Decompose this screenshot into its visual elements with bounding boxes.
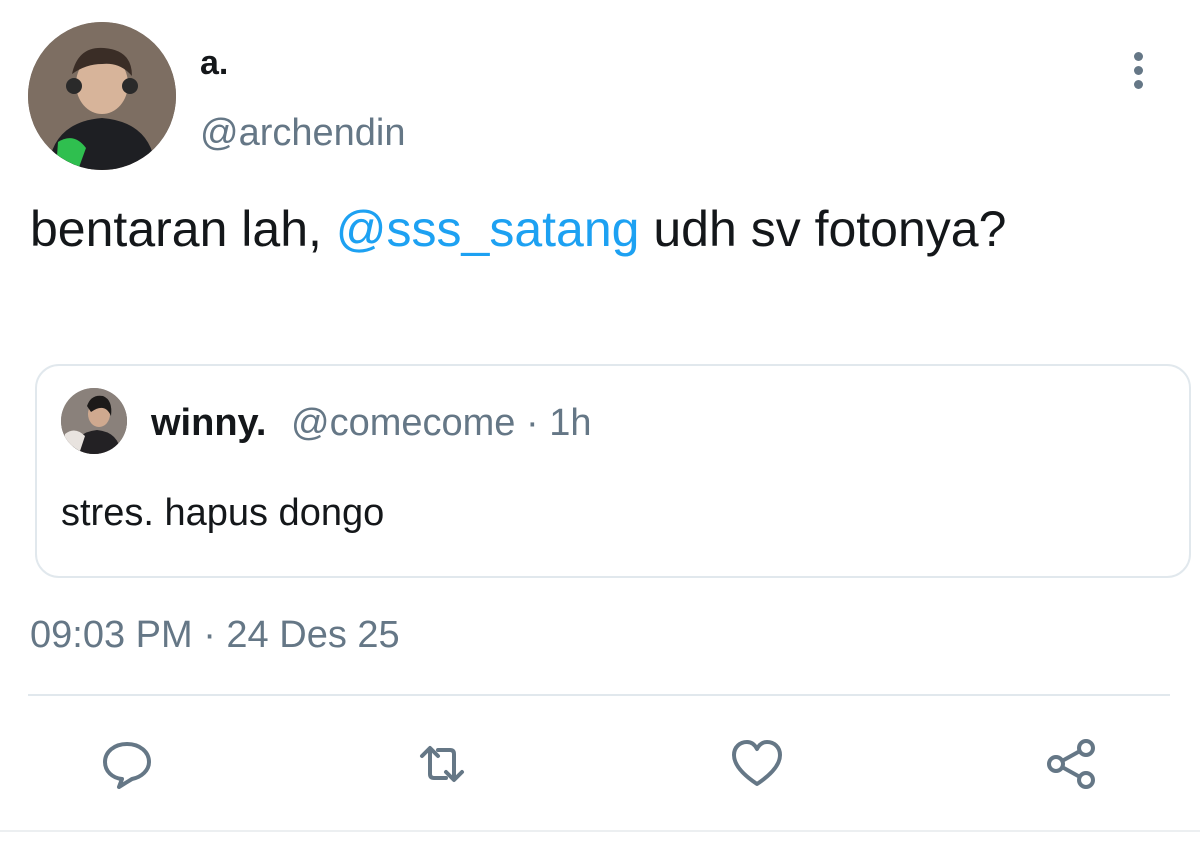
more-vertical-icon[interactable] <box>1118 48 1158 98</box>
retweet-button[interactable] <box>414 736 470 792</box>
bottom-divider <box>0 830 1200 832</box>
author-handle[interactable]: @archendin <box>200 112 405 155</box>
quoted-display-name[interactable]: winny. <box>151 402 266 445</box>
tweet-timestamp: 09:03 PM · 24 Des 25 <box>30 614 400 656</box>
author-avatar[interactable] <box>28 22 176 170</box>
divider <box>28 694 1170 696</box>
quoted-text: stres. hapus dongo <box>61 492 385 534</box>
tweet-text-before: bentaran lah, <box>30 201 336 257</box>
mention-link[interactable]: @sss_satang <box>336 201 640 257</box>
tweet-text-after: udh sv fotonya? <box>639 201 1007 257</box>
retweet-icon <box>420 746 464 782</box>
reply-button[interactable] <box>99 736 155 792</box>
author-display-name[interactable]: a. <box>200 44 228 83</box>
profile-photo-icon <box>61 388 127 454</box>
profile-photo-icon <box>28 22 176 170</box>
quoted-tweet[interactable]: winny. @comecome · 1h stres. hapus dongo <box>35 364 1191 578</box>
quoted-meta: @comecome · 1h <box>291 402 592 444</box>
like-button[interactable] <box>729 736 785 792</box>
share-button[interactable] <box>1044 736 1100 792</box>
heart-icon <box>732 740 782 786</box>
reply-bubble-icon <box>103 742 151 789</box>
tweet-text: bentaran lah, @sss_satang udh sv fotonya… <box>30 198 1170 260</box>
quoted-author-avatar[interactable] <box>61 388 127 454</box>
share-icon <box>1047 739 1095 789</box>
